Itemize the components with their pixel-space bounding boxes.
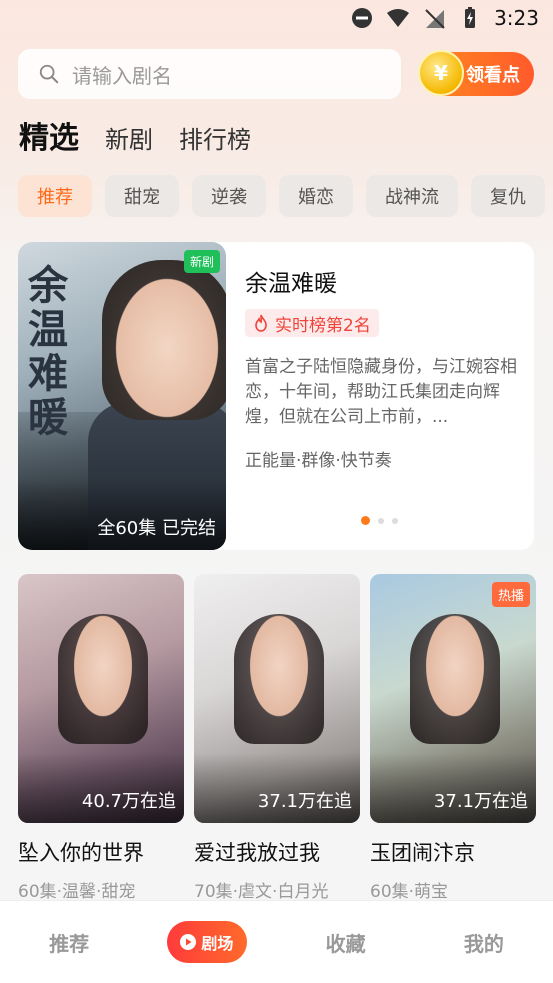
drama-title[interactable]: 坠入你的世界: [18, 837, 184, 867]
featured-poster[interactable]: 余温难暖 新剧 全60集 已完结: [18, 242, 226, 550]
tab-new-dramas[interactable]: 新剧: [105, 120, 153, 155]
view-count: 40.7万在追: [81, 791, 176, 812]
bottom-navigation: 推荐 剧场 收藏 我的: [0, 900, 553, 983]
status-icons: 3:23: [350, 6, 539, 30]
fire-icon: [255, 314, 267, 332]
nav-recommend[interactable]: 推荐: [0, 928, 138, 957]
episode-info: 全60集 已完结: [97, 518, 216, 539]
drama-tags: 60集·温馨·甜宠: [18, 882, 136, 902]
featured-description: 首富之子陆恒隐藏身份，与江婉容相恋，十年间，帮助江氏集团走向辉煌，但就在公司上市…: [245, 357, 517, 427]
chip-war-god[interactable]: 战神流: [366, 175, 458, 217]
rank-badge: 实时榜第2名: [245, 309, 379, 337]
play-icon: [180, 934, 197, 950]
chip-recommended[interactable]: 推荐: [18, 175, 92, 217]
poster-figure: [58, 614, 148, 744]
poster-figure: [234, 614, 324, 744]
chip-revenge[interactable]: 复仇: [471, 175, 545, 217]
nav-theater-label: 剧场: [201, 934, 234, 953]
coin-icon: ¥: [418, 50, 464, 96]
status-bar: 3:23: [0, 0, 553, 40]
clock: 3:23: [494, 6, 539, 30]
chip-marriage[interactable]: 婚恋: [279, 175, 353, 217]
no-signal-icon: [425, 9, 445, 29]
carousel-dot[interactable]: [392, 517, 398, 524]
new-badge: 新剧: [183, 250, 220, 273]
carousel-dot[interactable]: [378, 517, 384, 524]
view-count: 37.1万在追: [433, 791, 528, 812]
chip-comeback[interactable]: 逆袭: [192, 175, 266, 217]
drama-card[interactable]: 37.1万在追 爱过我放过我 70集·虐文·白月光: [194, 574, 360, 902]
tab-ranking[interactable]: 排行榜: [179, 120, 251, 155]
nav-theater-wrapper: 剧场: [138, 921, 276, 963]
poster-calligraphy-title: 余温难暖: [28, 262, 68, 441]
drama-tags: 60集·萌宝: [370, 882, 449, 902]
nav-profile[interactable]: 我的: [415, 928, 553, 957]
search-input[interactable]: 请输入剧名: [18, 49, 401, 99]
drama-card[interactable]: 热播 37.1万在追 玉团闹汴京 60集·萌宝: [370, 574, 536, 902]
drama-title[interactable]: 爱过我放过我: [194, 837, 360, 867]
drama-card[interactable]: 40.7万在追 坠入你的世界 60集·温馨·甜宠: [18, 574, 184, 902]
drama-tags: 70集·虐文·白月光: [194, 882, 329, 902]
drama-poster[interactable]: 37.1万在追: [194, 574, 360, 823]
featured-drama-card[interactable]: 余温难暖 新剧 全60集 已完结 余温难暖 实时榜第2名 首富之子陆恒隐藏身份，…: [18, 242, 534, 550]
hot-badge: 热播: [491, 582, 530, 607]
category-chips: 推荐 甜宠 逆袭 婚恋 战神流 复仇: [18, 175, 545, 217]
poster-figure-face: [102, 260, 226, 420]
drama-poster[interactable]: 40.7万在追: [18, 574, 184, 823]
nav-theater[interactable]: 剧场: [167, 921, 248, 963]
rank-label: 实时榜第2名: [275, 315, 371, 336]
claim-points-label: 领看点: [466, 65, 520, 86]
carousel-indicator: [361, 516, 398, 525]
featured-tags: 正能量·群像·快节奏: [245, 451, 392, 471]
carousel-dot[interactable]: [361, 516, 370, 525]
view-count: 37.1万在追: [257, 791, 352, 812]
drama-title[interactable]: 玉团闹汴京: [370, 837, 536, 867]
main-tabs: 精选 新剧 排行榜: [19, 113, 251, 157]
poster-figure: [410, 614, 500, 744]
chip-sweet-romance[interactable]: 甜宠: [105, 175, 179, 217]
wifi-icon: [387, 9, 410, 27]
battery-charging-icon: [465, 7, 476, 28]
claim-points-button[interactable]: ¥ 领看点: [418, 50, 534, 96]
drama-poster[interactable]: 热播 37.1万在追: [370, 574, 536, 823]
featured-title[interactable]: 余温难暖: [245, 264, 337, 298]
nav-favorites[interactable]: 收藏: [277, 928, 415, 957]
search-icon: [39, 64, 59, 84]
do-not-disturb-icon: [352, 8, 373, 28]
search-placeholder: 请输入剧名: [72, 63, 172, 88]
drama-grid: 40.7万在追 坠入你的世界 60集·温馨·甜宠 37.1万在追 爱过我放过我 …: [18, 574, 536, 902]
tab-featured[interactable]: 精选: [19, 113, 79, 157]
